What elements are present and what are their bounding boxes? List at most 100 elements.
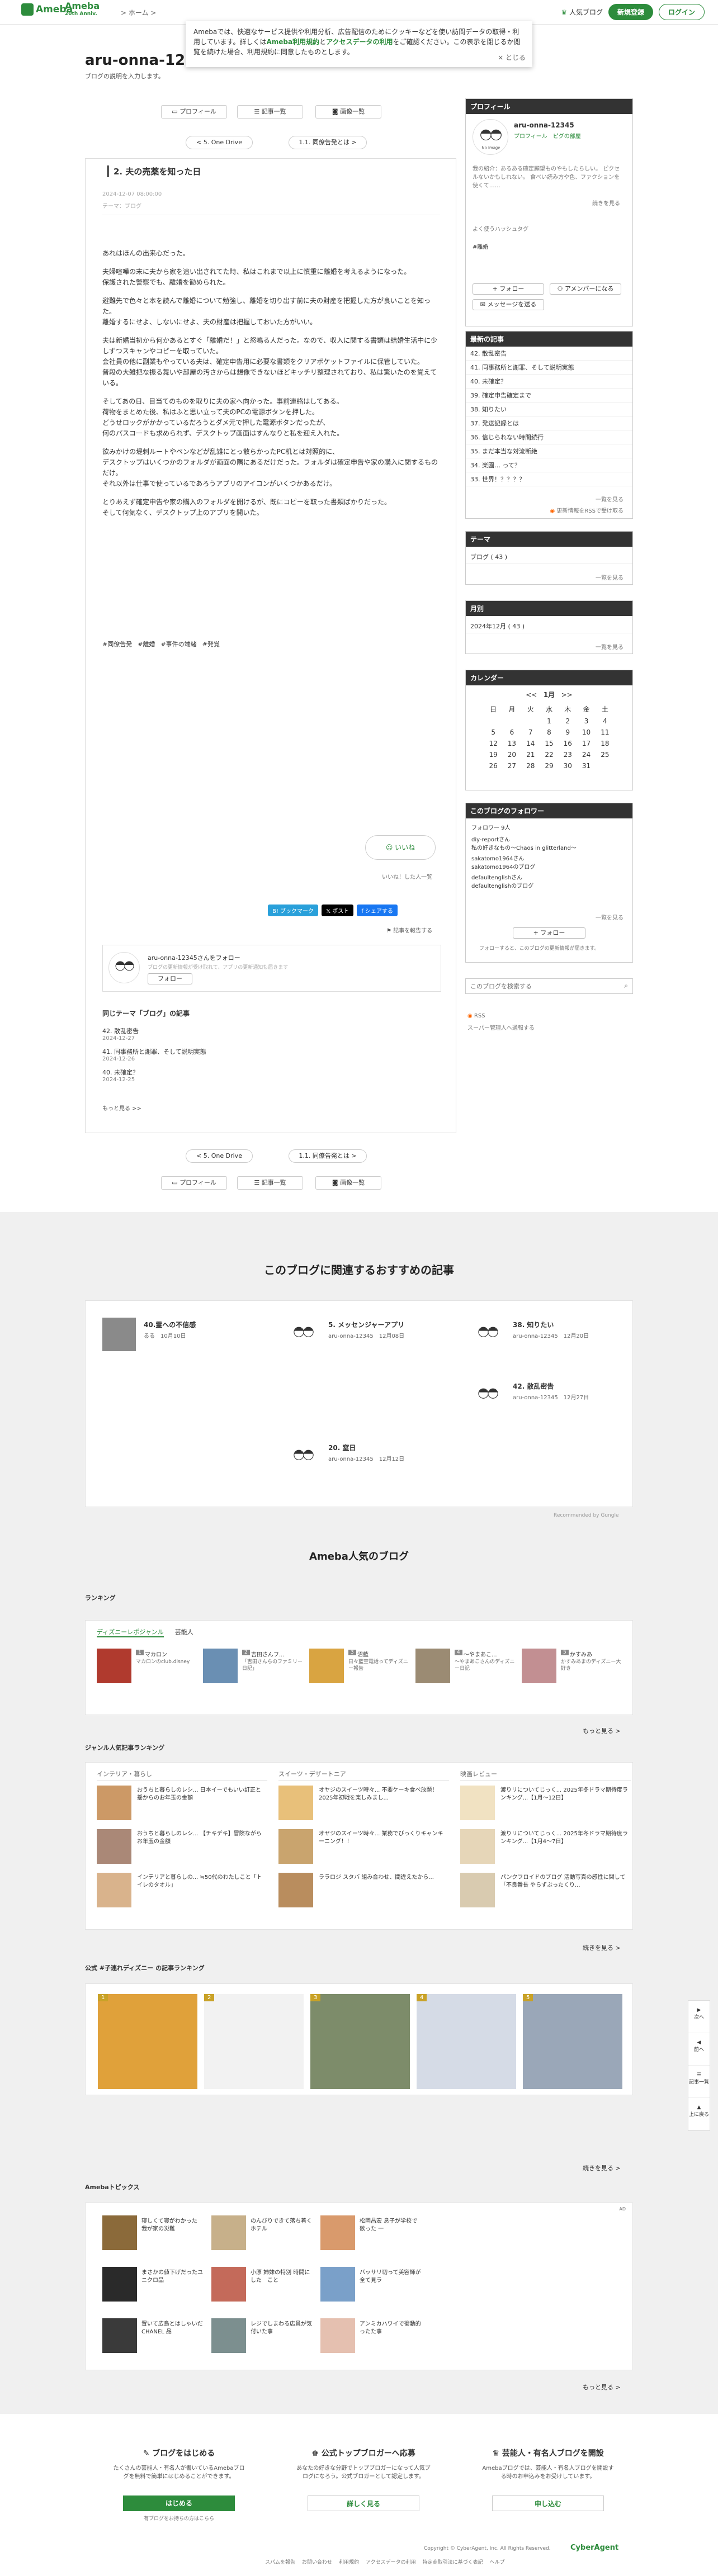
footer-column-button[interactable]: 詳しく見る [308,2496,419,2511]
topic-item[interactable]: 小原 姉妹の特別 時間にした こと [211,2267,315,2306]
report-entry-link[interactable]: ⚑ 記事を報告する [386,926,432,934]
breadcrumb[interactable]: > ホーム > [121,8,156,17]
blog-search-input[interactable] [466,979,611,993]
amember-button[interactable]: ⚇ アメンバーになる [550,283,621,295]
x-post-button[interactable]: 𝕏 ポスト [322,905,354,916]
official-ranking-item[interactable]: 1 [98,1994,197,2089]
official-ranking-item[interactable]: 3 [310,1994,410,2089]
official-ranking-item[interactable]: 5 [523,1994,622,2089]
genre-article[interactable]: 渡りリについてじっく... 2025年冬ドラマ期待度ランキング...【1月～12… [460,1786,631,1829]
recent-more-link[interactable]: 一覧を見る [596,495,623,503]
recent-entry-link[interactable]: 35. まだ本当な対流断絶 [466,444,632,458]
genre-article[interactable]: インテリアと暮らしの... ≒50代のわたしこと「トイレのタオル」 [97,1873,267,1916]
recommend-item[interactable]: 38. 知りたい aru-onna-12345 12月20日 [471,1318,639,1357]
theme-more-link[interactable]: 一覧を見る [596,573,623,581]
profile-more-link[interactable]: 続きを見る [592,198,620,207]
footer-link[interactable]: お問い合わせ [302,2558,332,2565]
signup-button[interactable]: 新規登録 [608,4,653,20]
follower-blog-link[interactable]: 私の好きなもの～Chaos in glitterland～ [471,844,627,853]
hashtag-link[interactable]: #発覚 [202,640,220,648]
profile-name[interactable]: aru-onna-12345 [514,121,574,129]
topic-item[interactable]: 置いて広島とはしゃいだCHANEL 品 [102,2318,206,2357]
tab-images[interactable]: ◙ 画像一覧 [315,105,381,119]
recent-entry-link[interactable]: 39. 確定申告確定まで [466,389,632,402]
footer-column-button[interactable]: 申し込む [492,2496,604,2511]
official-ranking-item[interactable]: 2 [204,1994,304,2089]
recent-entry-link[interactable]: 42. 散乱密告 [466,347,632,361]
access-data-link[interactable]: アクセスデータの利用 [326,38,393,46]
bottom-prev-theme-entry[interactable]: < 5. One Drive [186,1149,253,1163]
related-theme-item[interactable]: 41. 同事務所と謝罪、そして説明実態 2024-12-26 [102,1047,270,1062]
monthly-more-link[interactable]: 一覧を見る [596,642,623,651]
topic-item[interactable]: バッサリ切って美容師が全て見ラ [320,2267,424,2306]
footer-column-note[interactable]: 有ブログをお持ちの方はこちら [112,2515,246,2522]
topic-item[interactable]: まさかの値下げだったユニクロ品 [102,2267,206,2306]
follower-name[interactable]: diy-reportさん [471,836,627,844]
topic-item[interactable]: のんびりできて落ち着くホテル [211,2215,315,2255]
floating-nav-item[interactable]: ▲ 上に戻る [688,2098,710,2130]
recent-entry-link[interactable]: 40. 未確定？ [466,375,632,389]
footer-link[interactable]: 利用規約 [339,2558,359,2565]
genre-article[interactable]: ララロジ スタバ 組み合わせ、間違えたから... [278,1873,449,1916]
topics-more-link[interactable]: もっと見る > [583,2383,621,2392]
recent-entry-link[interactable]: 38. 知りたい [466,402,632,416]
calendar-next[interactable]: >> [561,691,573,699]
ameba-20th-logo[interactable]: Ameba 20th Anniv. [65,2,100,18]
monthly-item[interactable]: 2024年12月 ( 43 ) [466,619,632,633]
genre-name[interactable]: スイーツ・デザートニア [278,1769,449,1781]
footer-link[interactable]: 特定商取引法に基づく表記 [423,2558,483,2565]
footer-link[interactable]: ヘルプ [490,2558,505,2565]
ranking-more-link[interactable]: もっと見る > [583,1726,621,1735]
cyberagent-logo[interactable]: CyberAgent [570,2544,618,2552]
follower-name[interactable]: defaultenglishさん [471,874,627,882]
related-theme-item[interactable]: 42. 散乱密告 2024-12-27 [102,1026,270,1041]
follower-blog-link[interactable]: sakatomo1964のブログ [471,863,627,872]
profile-avatar[interactable]: No Image [473,119,508,155]
footer-column-button[interactable]: はじめる [123,2496,235,2511]
ranking-item[interactable]: 1 マカロン マカロンのclub.disney [97,1649,197,1699]
hashtag-link[interactable]: #事件の端緒 [160,640,196,648]
ranking-item[interactable]: 2 吉田さんフ... 「吉田さんちのファミリー日記」 [203,1649,304,1699]
entry-theme[interactable]: テーマ：ブログ [102,201,141,210]
facebook-share-button[interactable]: f シェアする [357,905,398,916]
bottom-tab-entries[interactable]: ☰ 記事一覧 [237,1176,303,1190]
recommend-item[interactable]: 40.霊への不信感 るる 10月10日 [102,1318,270,1357]
recent-entry-link[interactable]: 36. 信じられない時間続行 [466,430,632,444]
like-list-link[interactable]: いいね！した人一覧 [382,872,432,880]
follower-blog-link[interactable]: defaultenglishのブログ [471,882,627,891]
prev-theme-entry[interactable]: < 5. One Drive [186,136,253,149]
theme-item[interactable]: ブログ ( 43 ) [466,550,632,564]
rss-update-link[interactable]: ◉ 更新情報をRSSで受け取る [550,506,623,514]
genre-article[interactable]: パンクフロイドのブログ 活動写真の感性に関して「不良番長 やらずぶったくり... [460,1873,631,1916]
recent-entry-link[interactable]: 37. 発送記録とは [466,416,632,430]
floating-nav-item[interactable]: ☰ 記事一覧 [688,2066,710,2098]
topic-item[interactable]: アンミカハワイで衝動的ったた事 [320,2318,424,2357]
hashtag-link[interactable]: #同僚告発 [102,640,132,648]
terms-link[interactable]: Ameba利用規約 [266,38,319,46]
followers-more-link[interactable]: 一覧を見る [596,913,623,921]
tab-profile[interactable]: ▭ プロフィール [161,105,227,119]
related-theme-item[interactable]: 40. 未確定？ 2024-12-25 [102,1068,270,1083]
bottom-tab-images[interactable]: ◙ 画像一覧 [315,1176,381,1190]
report-abuse-link[interactable]: スーパー管理人へ通報する [467,1023,535,1031]
profile-hashtag[interactable]: #離婚 [473,242,488,250]
ranking-item[interactable]: 5 かすみあ かすみあまのディズニー大好き [522,1649,622,1699]
sidebar-follow-button[interactable]: + フォロー [513,927,585,939]
official-ranking-item[interactable]: 4 [417,1994,516,2089]
official-more-link[interactable]: 続きを見る > [583,2163,621,2172]
floating-nav-item[interactable]: ◀ 前へ [688,2033,710,2066]
footer-link[interactable]: スパムを報告 [265,2558,295,2565]
follow-button[interactable]: フォロー [148,973,192,984]
message-button[interactable]: ✉ メッセージを送る [473,299,544,310]
genre-article[interactable]: 渡りリについてじっく... 2025年冬ドラマ期待度ランキング...【1月4～7… [460,1829,631,1873]
recent-entry-link[interactable]: 33. 世界！？？？？ [466,472,632,486]
genre-article[interactable]: オヤジのスイーツ時々... 不要ケーキ食べ放題！ 2025年初戦を楽しみまし..… [278,1786,449,1829]
profile-links[interactable]: プロフィール ピグの部屋 [514,131,581,140]
recent-entry-link[interactable]: 41. 同事務所と謝罪、そして説明実態 [466,361,632,375]
search-icon[interactable]: ⌕ [624,982,628,990]
ranking-tab-disney[interactable]: ディズニーレポジャンル [97,1627,164,1637]
floating-nav-item[interactable]: ▶ 次へ [688,2001,710,2033]
bottom-tab-profile[interactable]: ▭ プロフィール [161,1176,227,1190]
topic-item[interactable]: 松岡昌宏 息子が学校で歌った 一 [320,2215,424,2255]
login-button[interactable]: ログイン [658,4,705,20]
